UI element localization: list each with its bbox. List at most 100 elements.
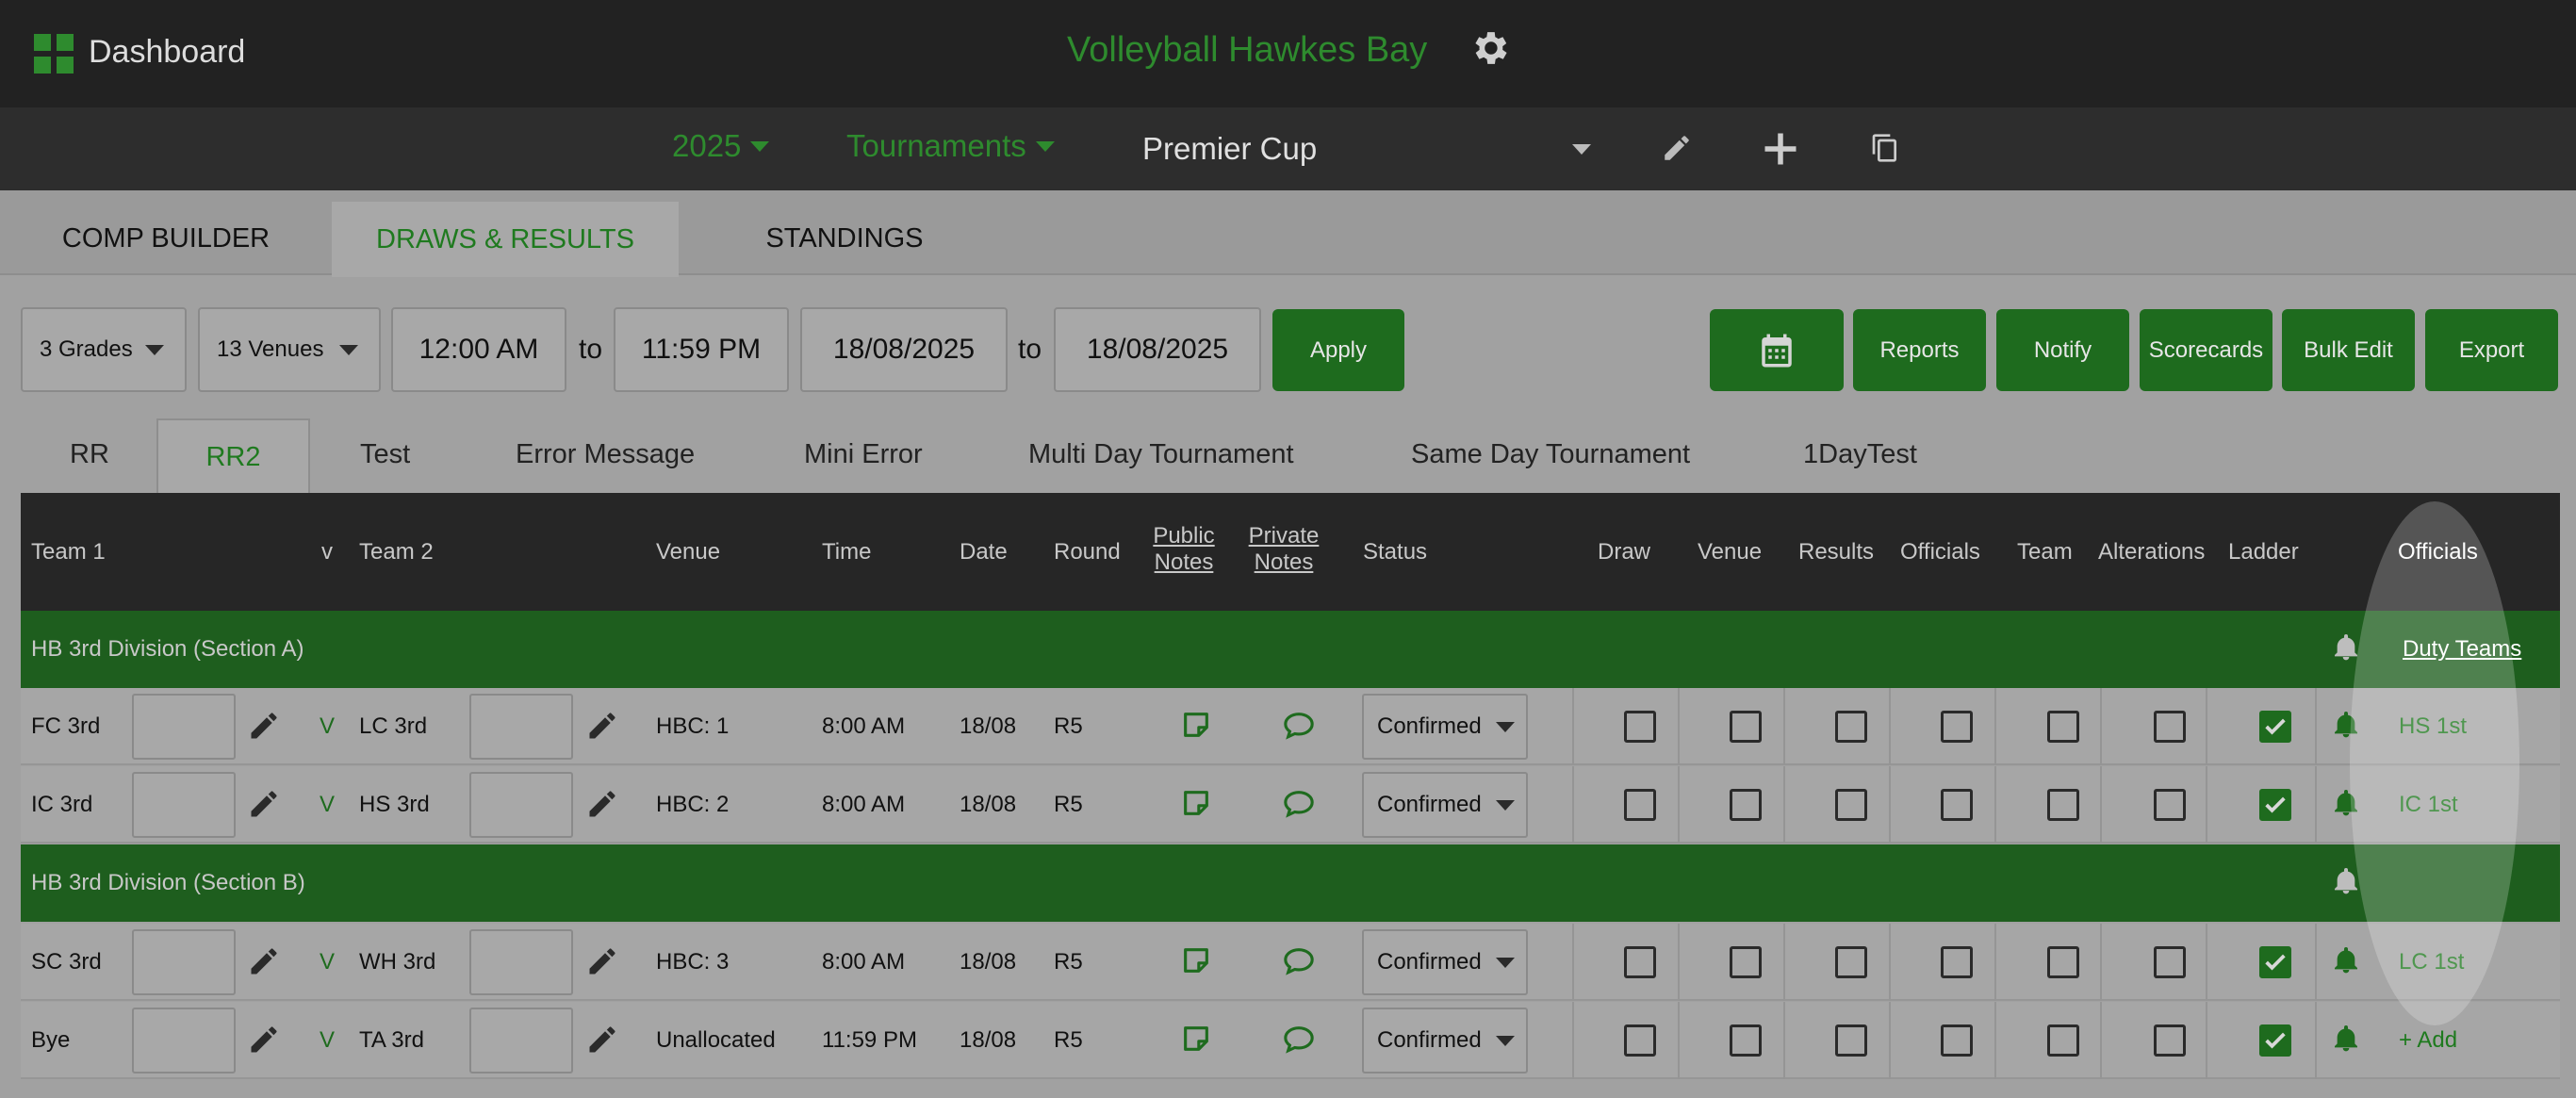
reports-button[interactable]: Reports bbox=[1853, 309, 1986, 391]
flag-checkbox[interactable] bbox=[1730, 711, 1762, 743]
ladder-checkbox[interactable] bbox=[2259, 711, 2291, 743]
time-to-input[interactable]: 11:59 PM bbox=[614, 307, 789, 392]
duty-teams-link[interactable]: Duty Teams bbox=[2403, 636, 2521, 663]
flag-checkbox[interactable] bbox=[1941, 711, 1973, 743]
flag-checkbox[interactable] bbox=[1730, 1024, 1762, 1057]
flag-checkbox[interactable] bbox=[2047, 711, 2079, 743]
dashboard-link[interactable]: Dashboard bbox=[89, 34, 245, 71]
date-to-input[interactable]: 18/08/2025 bbox=[1054, 307, 1261, 392]
status-select[interactable]: Confirmed bbox=[1362, 772, 1528, 838]
public-note-icon[interactable] bbox=[1180, 787, 1212, 826]
flag-checkbox[interactable] bbox=[1941, 1024, 1973, 1057]
bulk-edit-button[interactable]: Bulk Edit bbox=[2282, 309, 2415, 391]
tab-mini-error[interactable]: Mini Error bbox=[804, 439, 923, 470]
flag-checkbox[interactable] bbox=[1835, 711, 1867, 743]
flag-checkbox[interactable] bbox=[1624, 946, 1656, 978]
flag-checkbox[interactable] bbox=[2154, 946, 2186, 978]
ladder-checkbox[interactable] bbox=[2259, 946, 2291, 978]
bell-icon[interactable] bbox=[2331, 787, 2361, 826]
col-public-notes[interactable]: Public Notes bbox=[1150, 523, 1218, 576]
flag-checkbox[interactable] bbox=[2154, 711, 2186, 743]
ladder-checkbox[interactable] bbox=[2259, 1024, 2291, 1057]
time-from-input[interactable]: 12:00 AM bbox=[391, 307, 566, 392]
tab-comp-builder[interactable]: COMP BUILDER bbox=[0, 202, 332, 275]
notify-button[interactable]: Notify bbox=[1996, 309, 2129, 391]
apply-button[interactable]: Apply bbox=[1272, 309, 1404, 391]
grades-select[interactable]: 3 Grades bbox=[21, 307, 187, 392]
private-note-icon[interactable] bbox=[1281, 787, 1317, 826]
grid-icon[interactable] bbox=[34, 34, 74, 74]
flag-checkbox[interactable] bbox=[2154, 789, 2186, 821]
private-note-icon[interactable] bbox=[1281, 709, 1317, 747]
status-select[interactable]: Confirmed bbox=[1362, 929, 1528, 995]
tab-same-day-tournament[interactable]: Same Day Tournament bbox=[1411, 439, 1690, 470]
col-private-notes[interactable]: Private Notes bbox=[1246, 523, 1321, 576]
flag-checkbox[interactable] bbox=[1835, 946, 1867, 978]
team2-score-input[interactable] bbox=[469, 1008, 573, 1073]
public-note-icon[interactable] bbox=[1180, 709, 1212, 747]
official-link[interactable]: IC 1st bbox=[2399, 792, 2458, 818]
export-button[interactable]: Export bbox=[2425, 309, 2558, 391]
scorecards-button[interactable]: Scorecards bbox=[2140, 309, 2272, 391]
flag-checkbox[interactable] bbox=[1624, 711, 1656, 743]
gear-icon[interactable] bbox=[1468, 26, 1511, 70]
flag-checkbox[interactable] bbox=[2154, 1024, 2186, 1057]
type-select[interactable]: Tournaments bbox=[846, 128, 1055, 164]
tab-test[interactable]: Test bbox=[360, 439, 410, 470]
team1-score-input[interactable] bbox=[132, 772, 236, 838]
bell-icon[interactable] bbox=[2331, 631, 2361, 670]
tab-error-message[interactable]: Error Message bbox=[516, 439, 695, 470]
pencil-icon[interactable] bbox=[247, 1023, 281, 1063]
team1-score-input[interactable] bbox=[132, 694, 236, 760]
team1-score-input[interactable] bbox=[132, 1008, 236, 1073]
bell-icon[interactable] bbox=[2331, 709, 2361, 747]
ladder-checkbox[interactable] bbox=[2259, 789, 2291, 821]
plus-icon[interactable] bbox=[1760, 128, 1801, 170]
copy-icon[interactable] bbox=[1870, 132, 1900, 164]
flag-checkbox[interactable] bbox=[2047, 946, 2079, 978]
status-select[interactable]: Confirmed bbox=[1362, 1008, 1528, 1073]
flag-checkbox[interactable] bbox=[1835, 1024, 1867, 1057]
flag-checkbox[interactable] bbox=[1730, 789, 1762, 821]
pencil-icon[interactable] bbox=[585, 787, 619, 828]
pencil-icon[interactable] bbox=[585, 944, 619, 985]
flag-checkbox[interactable] bbox=[1941, 946, 1973, 978]
tab-rr2[interactable]: RR2 bbox=[156, 418, 310, 494]
bell-icon[interactable] bbox=[2331, 944, 2361, 983]
competition-select[interactable]: Premier Cup bbox=[1142, 121, 1591, 177]
pencil-icon[interactable] bbox=[585, 1023, 619, 1063]
tab-rr[interactable]: RR bbox=[70, 439, 109, 470]
pencil-icon[interactable] bbox=[585, 709, 619, 749]
date-from-input[interactable]: 18/08/2025 bbox=[800, 307, 1008, 392]
pencil-icon[interactable] bbox=[247, 944, 281, 985]
official-link[interactable]: + Add bbox=[2399, 1027, 2457, 1054]
public-note-icon[interactable] bbox=[1180, 944, 1212, 983]
private-note-icon[interactable] bbox=[1281, 944, 1317, 983]
official-link[interactable]: HS 1st bbox=[2399, 713, 2467, 740]
tab-1daytest[interactable]: 1DayTest bbox=[1803, 439, 1917, 470]
flag-checkbox[interactable] bbox=[1624, 789, 1656, 821]
bell-icon[interactable] bbox=[2331, 1023, 2361, 1061]
public-note-icon[interactable] bbox=[1180, 1023, 1212, 1061]
status-select[interactable]: Confirmed bbox=[1362, 694, 1528, 760]
team1-score-input[interactable] bbox=[132, 929, 236, 995]
flag-checkbox[interactable] bbox=[1730, 946, 1762, 978]
official-link[interactable]: LC 1st bbox=[2399, 949, 2464, 975]
calendar-button[interactable] bbox=[1710, 309, 1844, 391]
year-select[interactable]: 2025 bbox=[672, 128, 770, 164]
tab-multi-day-tournament[interactable]: Multi Day Tournament bbox=[1028, 439, 1294, 470]
pencil-icon[interactable] bbox=[247, 709, 281, 749]
venues-select[interactable]: 13 Venues bbox=[198, 307, 381, 392]
team2-score-input[interactable] bbox=[469, 772, 573, 838]
tab-standings[interactable]: STANDINGS bbox=[679, 202, 1010, 275]
team2-score-input[interactable] bbox=[469, 929, 573, 995]
flag-checkbox[interactable] bbox=[1835, 789, 1867, 821]
bell-icon[interactable] bbox=[2331, 865, 2361, 904]
pencil-icon[interactable] bbox=[247, 787, 281, 828]
tab-draws-results[interactable]: DRAWS & RESULTS bbox=[332, 202, 679, 277]
team2-score-input[interactable] bbox=[469, 694, 573, 760]
flag-checkbox[interactable] bbox=[1624, 1024, 1656, 1057]
flag-checkbox[interactable] bbox=[2047, 789, 2079, 821]
private-note-icon[interactable] bbox=[1281, 1023, 1317, 1061]
pencil-icon[interactable] bbox=[1661, 132, 1693, 164]
